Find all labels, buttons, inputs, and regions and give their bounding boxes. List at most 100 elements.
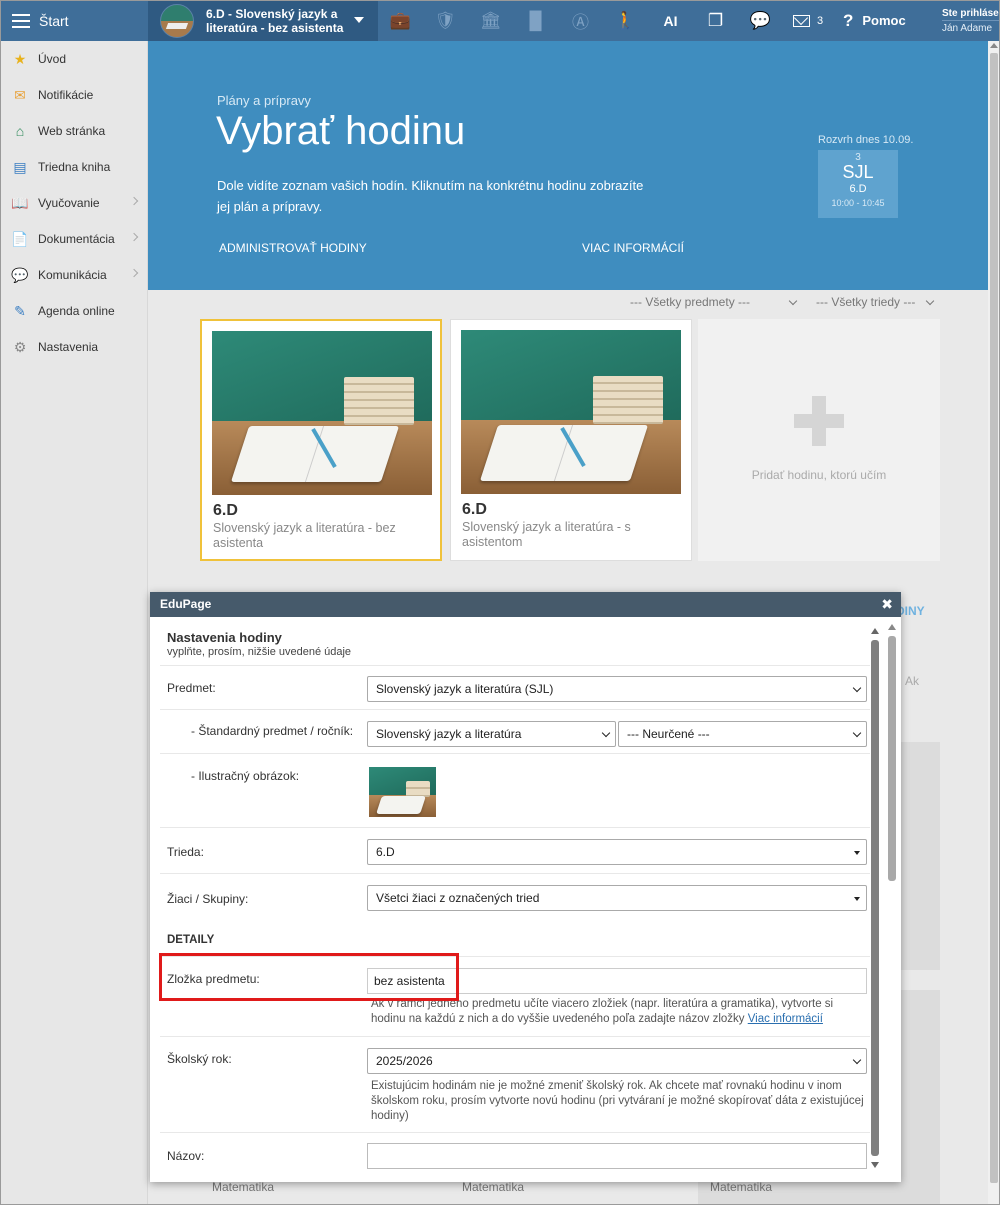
home-icon: ⌂ (15, 123, 25, 139)
hamburger-icon (12, 13, 30, 28)
user-logged-label: Ste prihláse (942, 8, 999, 19)
admin-lessons-link[interactable]: ADMINISTROVAŤ HODINY (219, 241, 367, 255)
chevron-right-icon (129, 196, 139, 206)
sidebar: ★ Úvod ✉ Notifikácie ⌂ Web stránka ▤ Tri… (0, 41, 148, 1205)
bar-chart-icon[interactable]: ▐▌ (513, 0, 558, 41)
add-lesson-card[interactable]: Pridať hodinu, ktorú učím (698, 319, 940, 561)
start-button[interactable]: Štart (0, 0, 148, 41)
schedule-class: 6.D (849, 183, 867, 195)
dialog-header: EduPage ✖ (150, 592, 901, 617)
background-scrollbar[interactable] (886, 620, 898, 1168)
lesson-card[interactable]: 6.D Slovenský jazyk a literatúra - s asi… (450, 319, 692, 561)
triangle-down-icon (854, 897, 860, 901)
help-button[interactable]: ? Pomoc (843, 11, 906, 31)
messages-button[interactable]: 3 (783, 14, 833, 27)
background-lesson-label: Matematika (212, 1180, 275, 1194)
ziaci-select[interactable]: Všetci žiaci z označených tried (367, 885, 867, 911)
close-icon[interactable]: ✖ (881, 592, 893, 617)
illustration-image[interactable] (369, 767, 436, 817)
standard-subject-select[interactable]: Slovenský jazyk a literatúra (367, 721, 616, 747)
dialog-body: Nastavenia hodiny vyplňte, prosím, nižši… (150, 617, 872, 1182)
sidebar-item-nastavenia[interactable]: ⚙ Nastavenia (0, 329, 147, 365)
form-row-standard: - Štandardný predmet / ročník: Slovenský… (160, 709, 870, 753)
scroll-up-icon[interactable] (871, 628, 879, 634)
subject-filter-value: --- Všetky predmety --- (630, 295, 751, 309)
sidebar-item-vyucovanie[interactable]: 📖 Vyučovanie (0, 185, 147, 221)
sidebar-item-web[interactable]: ⌂ Web stránka (0, 113, 147, 149)
sidebar-item-notifikacie[interactable]: ✉ Notifikácie (0, 77, 147, 113)
scroll-up-icon[interactable] (888, 624, 896, 630)
form-row-predmet: Predmet: Slovenský jazyk a literatúra (S… (160, 665, 870, 709)
more-info-link[interactable]: Viac informácií (748, 1013, 823, 1025)
background-lesson-label: Matematika (710, 1180, 773, 1194)
sidebar-item-dokumentacia[interactable]: 📄 Dokumentácia (0, 221, 147, 257)
envelope-icon (792, 14, 810, 27)
background-text: Ak (905, 674, 920, 688)
more-info-link[interactable]: VIAC INFORMÁCIÍ (582, 241, 684, 255)
breadcrumb: Plány a prípravy (217, 93, 311, 108)
plus-icon (794, 396, 844, 446)
caret-down-icon (354, 17, 364, 23)
grade-badge-icon[interactable]: Ⓐ (558, 0, 603, 41)
user-info[interactable]: Ste prihláse Ján Adame (938, 0, 1000, 41)
lesson-subject: Slovenský jazyk a literatúra - s asisten… (462, 520, 631, 549)
sidebar-item-agenda[interactable]: ✎ Agenda online (0, 293, 147, 329)
star-icon: ★ (13, 50, 27, 67)
nazov-input[interactable] (367, 1143, 867, 1169)
rok-select[interactable]: 2025/2026 (367, 1048, 867, 1074)
start-label: Štart (39, 12, 69, 29)
ziaci-label: Žiaci / Skupiny: (167, 892, 249, 906)
lesson-image (212, 331, 432, 495)
scrollbar-thumb[interactable] (871, 640, 879, 1156)
cast-screen-icon[interactable]: ❐ (693, 0, 738, 41)
sidebar-item-uvod[interactable]: ★ Úvod (0, 41, 147, 77)
gear-icon: ⚙ (13, 338, 27, 355)
scroll-up-icon[interactable] (990, 43, 998, 48)
form-row-ziaci: Žiaci / Skupiny: Všetci žiaci z označený… (160, 873, 870, 923)
page-scrollbar[interactable] (988, 41, 1000, 1205)
background-lesson-label: Matematika (462, 1180, 525, 1194)
sidebar-item-komunikacia[interactable]: 💬 Komunikácia (0, 257, 147, 293)
trieda-select[interactable]: 6.D (367, 839, 867, 865)
lesson-class: 6.D (462, 501, 487, 518)
course-thumbnail (160, 3, 194, 38)
schedule-lesson-card[interactable]: 3 SJL 6.D 10:00 - 10:45 (818, 150, 898, 218)
dialog-scrollbar[interactable] (869, 624, 881, 1172)
lesson-card[interactable]: 6.D Slovenský jazyk a literatúra - bez a… (200, 319, 442, 561)
lesson-image (461, 330, 681, 494)
walking-students-icon[interactable]: 🚶 (603, 0, 648, 41)
scrollbar-thumb[interactable] (990, 53, 998, 1183)
predmet-value: Slovenský jazyk a literatúra (SJL) (376, 682, 554, 696)
bank-icon[interactable]: 🏛 (468, 0, 513, 41)
scrollbar-thumb[interactable] (888, 636, 896, 881)
book-icon: ▤ (13, 158, 27, 175)
sidebar-item-label: Komunikácia (38, 268, 107, 282)
form-row-trieda: Trieda: 6.D (160, 827, 870, 873)
course-selector[interactable]: 6.D - Slovenský jazyk a literatúra - bez… (148, 0, 378, 41)
rok-label: Školský rok: (167, 1052, 232, 1066)
trieda-value: 6.D (376, 845, 395, 859)
shield-icon[interactable]: 🛡 (423, 0, 468, 41)
predmet-select[interactable]: Slovenský jazyk a literatúra (SJL) (367, 676, 867, 702)
briefcase-icon[interactable]: 💼 (378, 0, 423, 41)
subject-filter[interactable]: --- Všetky predmety --- (630, 295, 798, 309)
envelope-icon: ✉ (14, 86, 26, 103)
schedule-label: Rozvrh dnes 10.09. (818, 134, 914, 146)
sidebar-item-triedna-kniha[interactable]: ▤ Triedna kniha (0, 149, 147, 185)
grade-select[interactable]: --- Neurčené --- (618, 721, 867, 747)
ai-button[interactable]: AI (648, 0, 693, 41)
chevron-down-icon (852, 683, 862, 693)
chevron-right-icon (129, 232, 139, 242)
top-icon-bar: 💼 🛡 🏛 ▐▌ Ⓐ 🚶 AI ❐ 💬 3 ? Pomoc (378, 0, 906, 41)
add-lesson-label: Pridať hodinu, ktorú učím (751, 468, 887, 482)
chevron-down-icon (788, 296, 798, 306)
chat-bubbles-icon[interactable]: 💬 (738, 0, 783, 41)
lesson-settings-dialog: EduPage ✖ Nastavenia hodiny vyplňte, pro… (150, 592, 901, 1182)
lesson-subject: Slovenský jazyk a literatúra - bez asist… (213, 521, 396, 550)
grade-value: --- Neurčené --- (627, 727, 710, 741)
chevron-down-icon (601, 728, 611, 738)
highlight-box (159, 953, 459, 1001)
class-filter[interactable]: --- Všetky triedy --- (816, 295, 935, 309)
today-schedule: Rozvrh dnes 10.09. 3 SJL 6.D 10:00 - 10:… (818, 134, 928, 218)
scroll-down-icon[interactable] (871, 1162, 879, 1168)
